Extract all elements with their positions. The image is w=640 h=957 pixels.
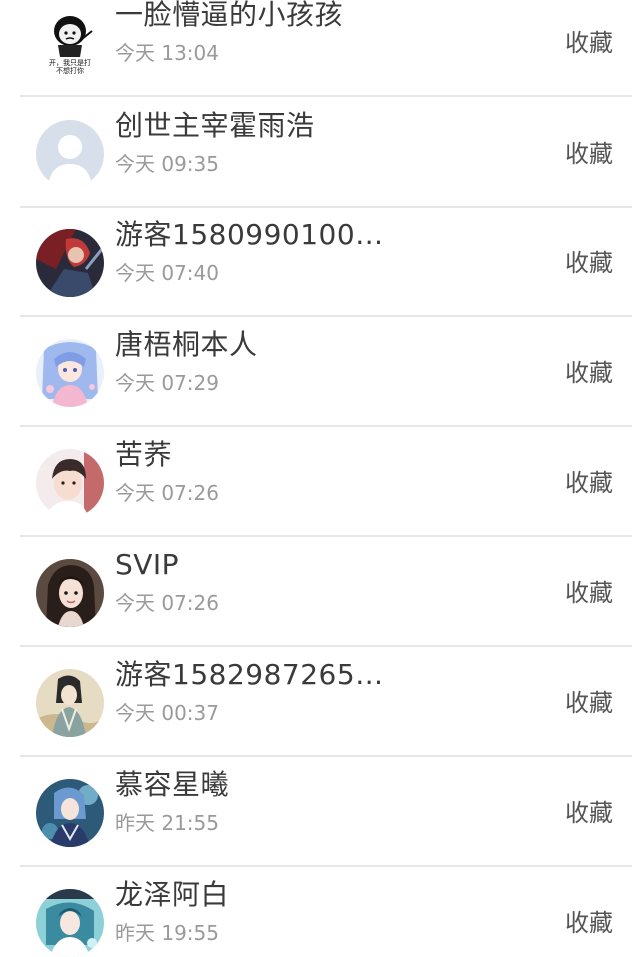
row-divider — [20, 425, 632, 427]
timestamp: 今天 07:40 — [115, 261, 219, 285]
list-item[interactable]: 创世主宰霍雨浩 今天 09:35 收藏 — [0, 99, 640, 208]
list-item[interactable]: 游客1582987265… 今天 00:37 收藏 — [0, 648, 640, 757]
row-divider — [20, 535, 632, 537]
list-item[interactable]: 龙泽阿白 昨天 19:55 收藏 — [0, 868, 640, 957]
collect-button[interactable]: 收藏 — [565, 908, 613, 938]
timestamp: 昨天 19:55 — [115, 921, 219, 945]
collect-button[interactable]: 收藏 — [565, 358, 613, 388]
timestamp: 今天 09:35 — [115, 152, 219, 176]
row-divider — [20, 645, 632, 647]
collect-button[interactable]: 收藏 — [565, 688, 613, 718]
timestamp: 今天 07:29 — [115, 371, 219, 395]
meme-avatar-icon[interactable]: 开，我只是打 不想打你 — [36, 9, 104, 77]
collect-button[interactable]: 收藏 — [565, 798, 613, 828]
anime-girl-avatar[interactable] — [36, 339, 104, 407]
timestamp: 今天 13:04 — [115, 41, 219, 65]
default-user-avatar-icon[interactable] — [36, 120, 104, 188]
collect-button[interactable]: 收藏 — [565, 248, 613, 278]
timestamp: 今天 07:26 — [115, 481, 219, 505]
list-item[interactable]: 慕容星曦 昨天 21:55 收藏 — [0, 758, 640, 867]
row-divider — [20, 865, 632, 867]
user-name[interactable]: 唐梧桐本人 — [115, 328, 258, 362]
user-name[interactable]: 游客1582987265… — [115, 658, 384, 692]
user-name[interactable]: 苦荞 — [115, 438, 172, 472]
dark-red-character-avatar[interactable] — [36, 229, 104, 297]
row-divider — [20, 95, 632, 97]
cyan-anime-avatar[interactable] — [36, 889, 104, 957]
user-name[interactable]: 创世主宰霍雨浩 — [115, 109, 315, 143]
user-name[interactable]: 一脸懵逼的小孩孩 — [115, 0, 343, 32]
row-divider — [20, 755, 632, 757]
timestamp: 今天 00:37 — [115, 701, 219, 725]
follower-list: 开，我只是打 不想打你 一脸懵逼的小孩孩 今天 13:04 收藏 创世主宰霍雨浩… — [0, 0, 640, 957]
meme-caption-line2: 不想打你 — [56, 66, 84, 75]
row-divider — [20, 315, 632, 317]
user-name[interactable]: 慕容星曦 — [115, 768, 229, 802]
girl-photo-avatar[interactable] — [36, 559, 104, 627]
user-name[interactable]: SVIP — [115, 548, 179, 582]
meme-caption-line1: 开，我只是打 — [49, 58, 91, 67]
timestamp: 昨天 21:55 — [115, 811, 219, 835]
list-item[interactable]: 游客1580990100… 今天 07:40 收藏 — [0, 208, 640, 317]
blue-anime-avatar[interactable] — [36, 779, 104, 847]
collect-button[interactable]: 收藏 — [565, 468, 613, 498]
boy-photo-avatar[interactable] — [36, 449, 104, 517]
collect-button[interactable]: 收藏 — [565, 28, 613, 58]
list-item[interactable]: SVIP 今天 07:26 收藏 — [0, 538, 640, 647]
collect-button[interactable]: 收藏 — [565, 139, 613, 169]
list-item[interactable]: 苦荞 今天 07:26 收藏 — [0, 428, 640, 537]
collect-button[interactable]: 收藏 — [565, 578, 613, 608]
list-item[interactable]: 唐梧桐本人 今天 07:29 收藏 — [0, 318, 640, 427]
user-name[interactable]: 龙泽阿白 — [115, 878, 229, 912]
user-name[interactable]: 游客1580990100… — [115, 218, 384, 252]
ancient-style-avatar[interactable] — [36, 669, 104, 737]
timestamp: 今天 07:26 — [115, 591, 219, 615]
list-item[interactable]: 开，我只是打 不想打你 一脸懵逼的小孩孩 今天 13:04 收藏 — [0, 0, 640, 97]
